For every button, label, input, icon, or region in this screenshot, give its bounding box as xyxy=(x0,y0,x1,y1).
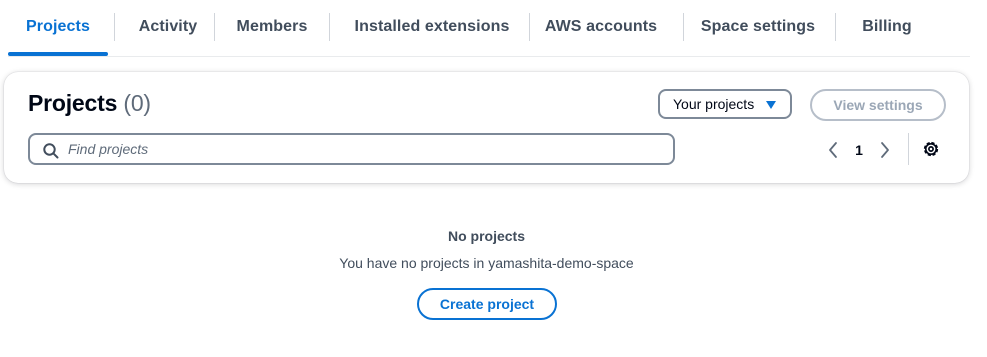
caret-down-icon xyxy=(766,101,776,109)
current-page-number[interactable]: 1 xyxy=(850,142,868,158)
tab-projects[interactable]: Projects xyxy=(8,0,108,56)
search-field[interactable] xyxy=(28,133,675,165)
tab-divider xyxy=(835,13,836,41)
create-project-button[interactable]: Create project xyxy=(417,288,557,320)
title-text: Projects xyxy=(28,90,118,116)
previous-page-button[interactable] xyxy=(822,138,844,162)
empty-state-message: You have no projects in yamashita-demo-s… xyxy=(339,255,634,271)
tab-members[interactable]: Members xyxy=(220,0,324,54)
tab-space-settings[interactable]: Space settings xyxy=(688,0,828,54)
tab-divider xyxy=(114,13,115,41)
tab-divider xyxy=(529,13,530,41)
search-icon xyxy=(43,143,59,159)
chevron-right-icon xyxy=(881,142,889,158)
page-title: Projects (0) xyxy=(28,90,151,117)
empty-state: No projects You have no projects in yama… xyxy=(0,228,973,271)
tab-bar: Projects Activity Members Installed exte… xyxy=(8,0,970,57)
tab-billing[interactable]: Billing xyxy=(844,0,930,54)
projects-table-header: Projects (0) Your projects View settings… xyxy=(4,72,969,183)
select-value: Your projects xyxy=(673,96,755,112)
projects-filter-select[interactable]: Your projects xyxy=(658,89,792,119)
tab-divider xyxy=(683,13,684,41)
tab-installed-extensions[interactable]: Installed extensions xyxy=(334,0,530,54)
next-page-button[interactable] xyxy=(874,138,896,162)
tab-divider xyxy=(329,13,330,41)
toolbar-divider xyxy=(908,133,909,165)
tab-aws-accounts[interactable]: AWS accounts xyxy=(536,0,666,54)
empty-state-title: No projects xyxy=(447,228,525,244)
pagination: 1 xyxy=(822,138,896,162)
gear-icon[interactable] xyxy=(921,139,941,159)
search-input[interactable] xyxy=(66,140,660,158)
view-settings-button[interactable]: View settings xyxy=(810,89,946,121)
tab-divider xyxy=(214,13,215,41)
tab-activity[interactable]: Activity xyxy=(118,0,218,54)
chevron-left-icon xyxy=(829,142,837,158)
project-count: (0) xyxy=(123,90,151,116)
